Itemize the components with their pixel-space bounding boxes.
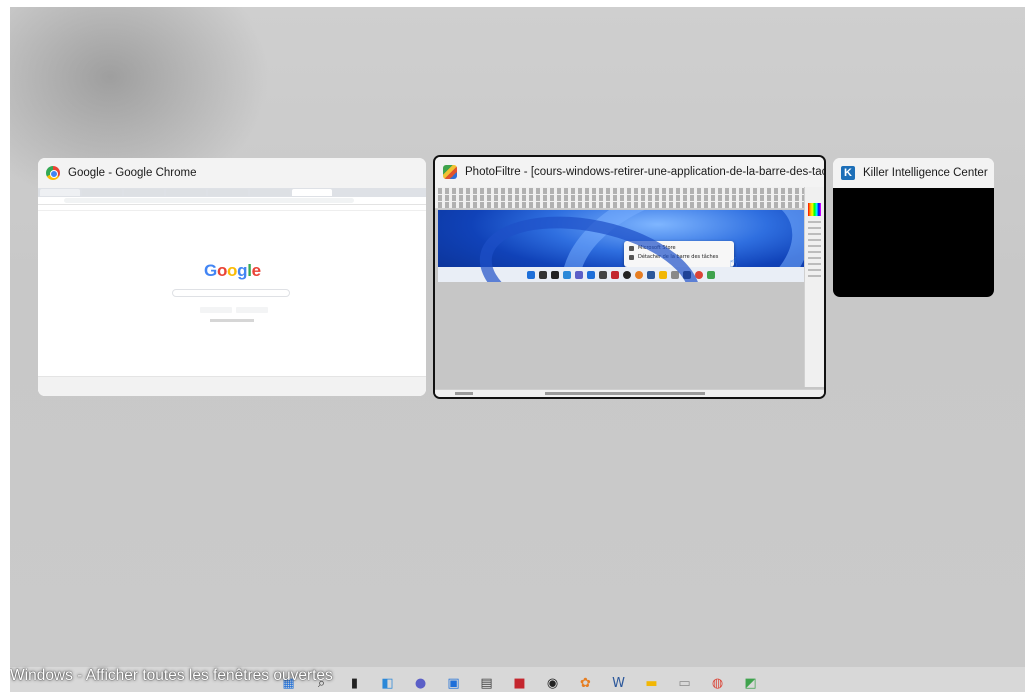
window-card-killer[interactable]: K Killer Intelligence Center — [833, 158, 994, 297]
browser-address-bar — [38, 197, 426, 205]
window-card-photofiltre[interactable]: PhotoFiltre - [cours-windows-retirer-une… — [433, 155, 826, 399]
google-search-box — [172, 289, 290, 297]
killer-icon: K — [841, 166, 855, 180]
image-taskbar — [438, 267, 804, 282]
google-language-line — [210, 319, 254, 322]
window-thumbnail: Google — [38, 188, 426, 396]
window-title: Google - Google Chrome — [68, 167, 197, 179]
window-card-header: K Killer Intelligence Center — [833, 158, 994, 188]
calculator-icon[interactable]: ▤ — [478, 675, 495, 692]
window-title: PhotoFiltre - [cours-windows-retirer-une… — [465, 166, 824, 178]
widgets-icon[interactable]: ◧ — [379, 675, 396, 692]
context-menu-item: Microsoft Store — [629, 244, 729, 253]
camera-icon[interactable]: ◉ — [544, 675, 561, 692]
taskbar-icons: ▦ ⌕ ▮ ◧ ● ▣ ▤ ■ ◉ ✿ W ▬ ▭ ◍ ◩ — [280, 671, 759, 692]
browser-tab-strip — [38, 188, 426, 197]
chrome-icon — [46, 166, 60, 180]
app-red-icon[interactable]: ■ — [511, 675, 528, 692]
context-menu-item: Détacher de la barre des tâches — [629, 253, 729, 262]
window-card-chrome[interactable]: Google - Google Chrome Google — [38, 158, 426, 396]
google-footer — [38, 376, 426, 396]
window-thumbnail — [833, 188, 994, 297]
app-icon-1[interactable]: ▣ — [445, 675, 462, 692]
window-title: Killer Intelligence Center — [863, 167, 988, 179]
window-card-header: Google - Google Chrome — [38, 158, 426, 188]
photofiltre-tool-palette — [804, 187, 824, 387]
google-lucky-button — [236, 307, 268, 313]
photofiltre-taskbar-icon[interactable]: ◩ — [742, 675, 759, 692]
store-icon — [629, 246, 634, 251]
task-view-icon[interactable]: ▮ — [346, 675, 363, 692]
file-explorer-icon[interactable]: ▬ — [643, 675, 660, 692]
window-card-header: PhotoFiltre - [cours-windows-retirer-une… — [435, 157, 824, 187]
google-homepage: Google — [38, 211, 426, 396]
chrome-taskbar-icon[interactable]: ◍ — [709, 675, 726, 692]
app-gray-icon[interactable]: ▭ — [676, 675, 693, 692]
task-view-screen: Google - Google Chrome Google PhotoFiltr… — [10, 7, 1025, 692]
unpin-icon — [629, 255, 634, 260]
google-search-button — [200, 307, 232, 313]
photofiltre-image-canvas: Microsoft Store Détacher de la barre des… — [438, 210, 804, 282]
photofiltre-status-bar — [435, 389, 824, 397]
app-color-wheel-icon[interactable]: ✿ — [577, 675, 594, 692]
context-menu: Microsoft Store Détacher de la barre des… — [624, 241, 734, 267]
word-icon[interactable]: W — [610, 675, 627, 692]
photofiltre-icon — [443, 165, 457, 179]
window-thumbnail: Microsoft Store Détacher de la barre des… — [435, 187, 824, 397]
chat-icon[interactable]: ● — [412, 675, 429, 692]
photofiltre-toolbar — [435, 187, 824, 209]
google-logo: Google — [204, 261, 261, 280]
video-caption: Windows - Afficher toutes les fenêtres o… — [10, 667, 333, 684]
